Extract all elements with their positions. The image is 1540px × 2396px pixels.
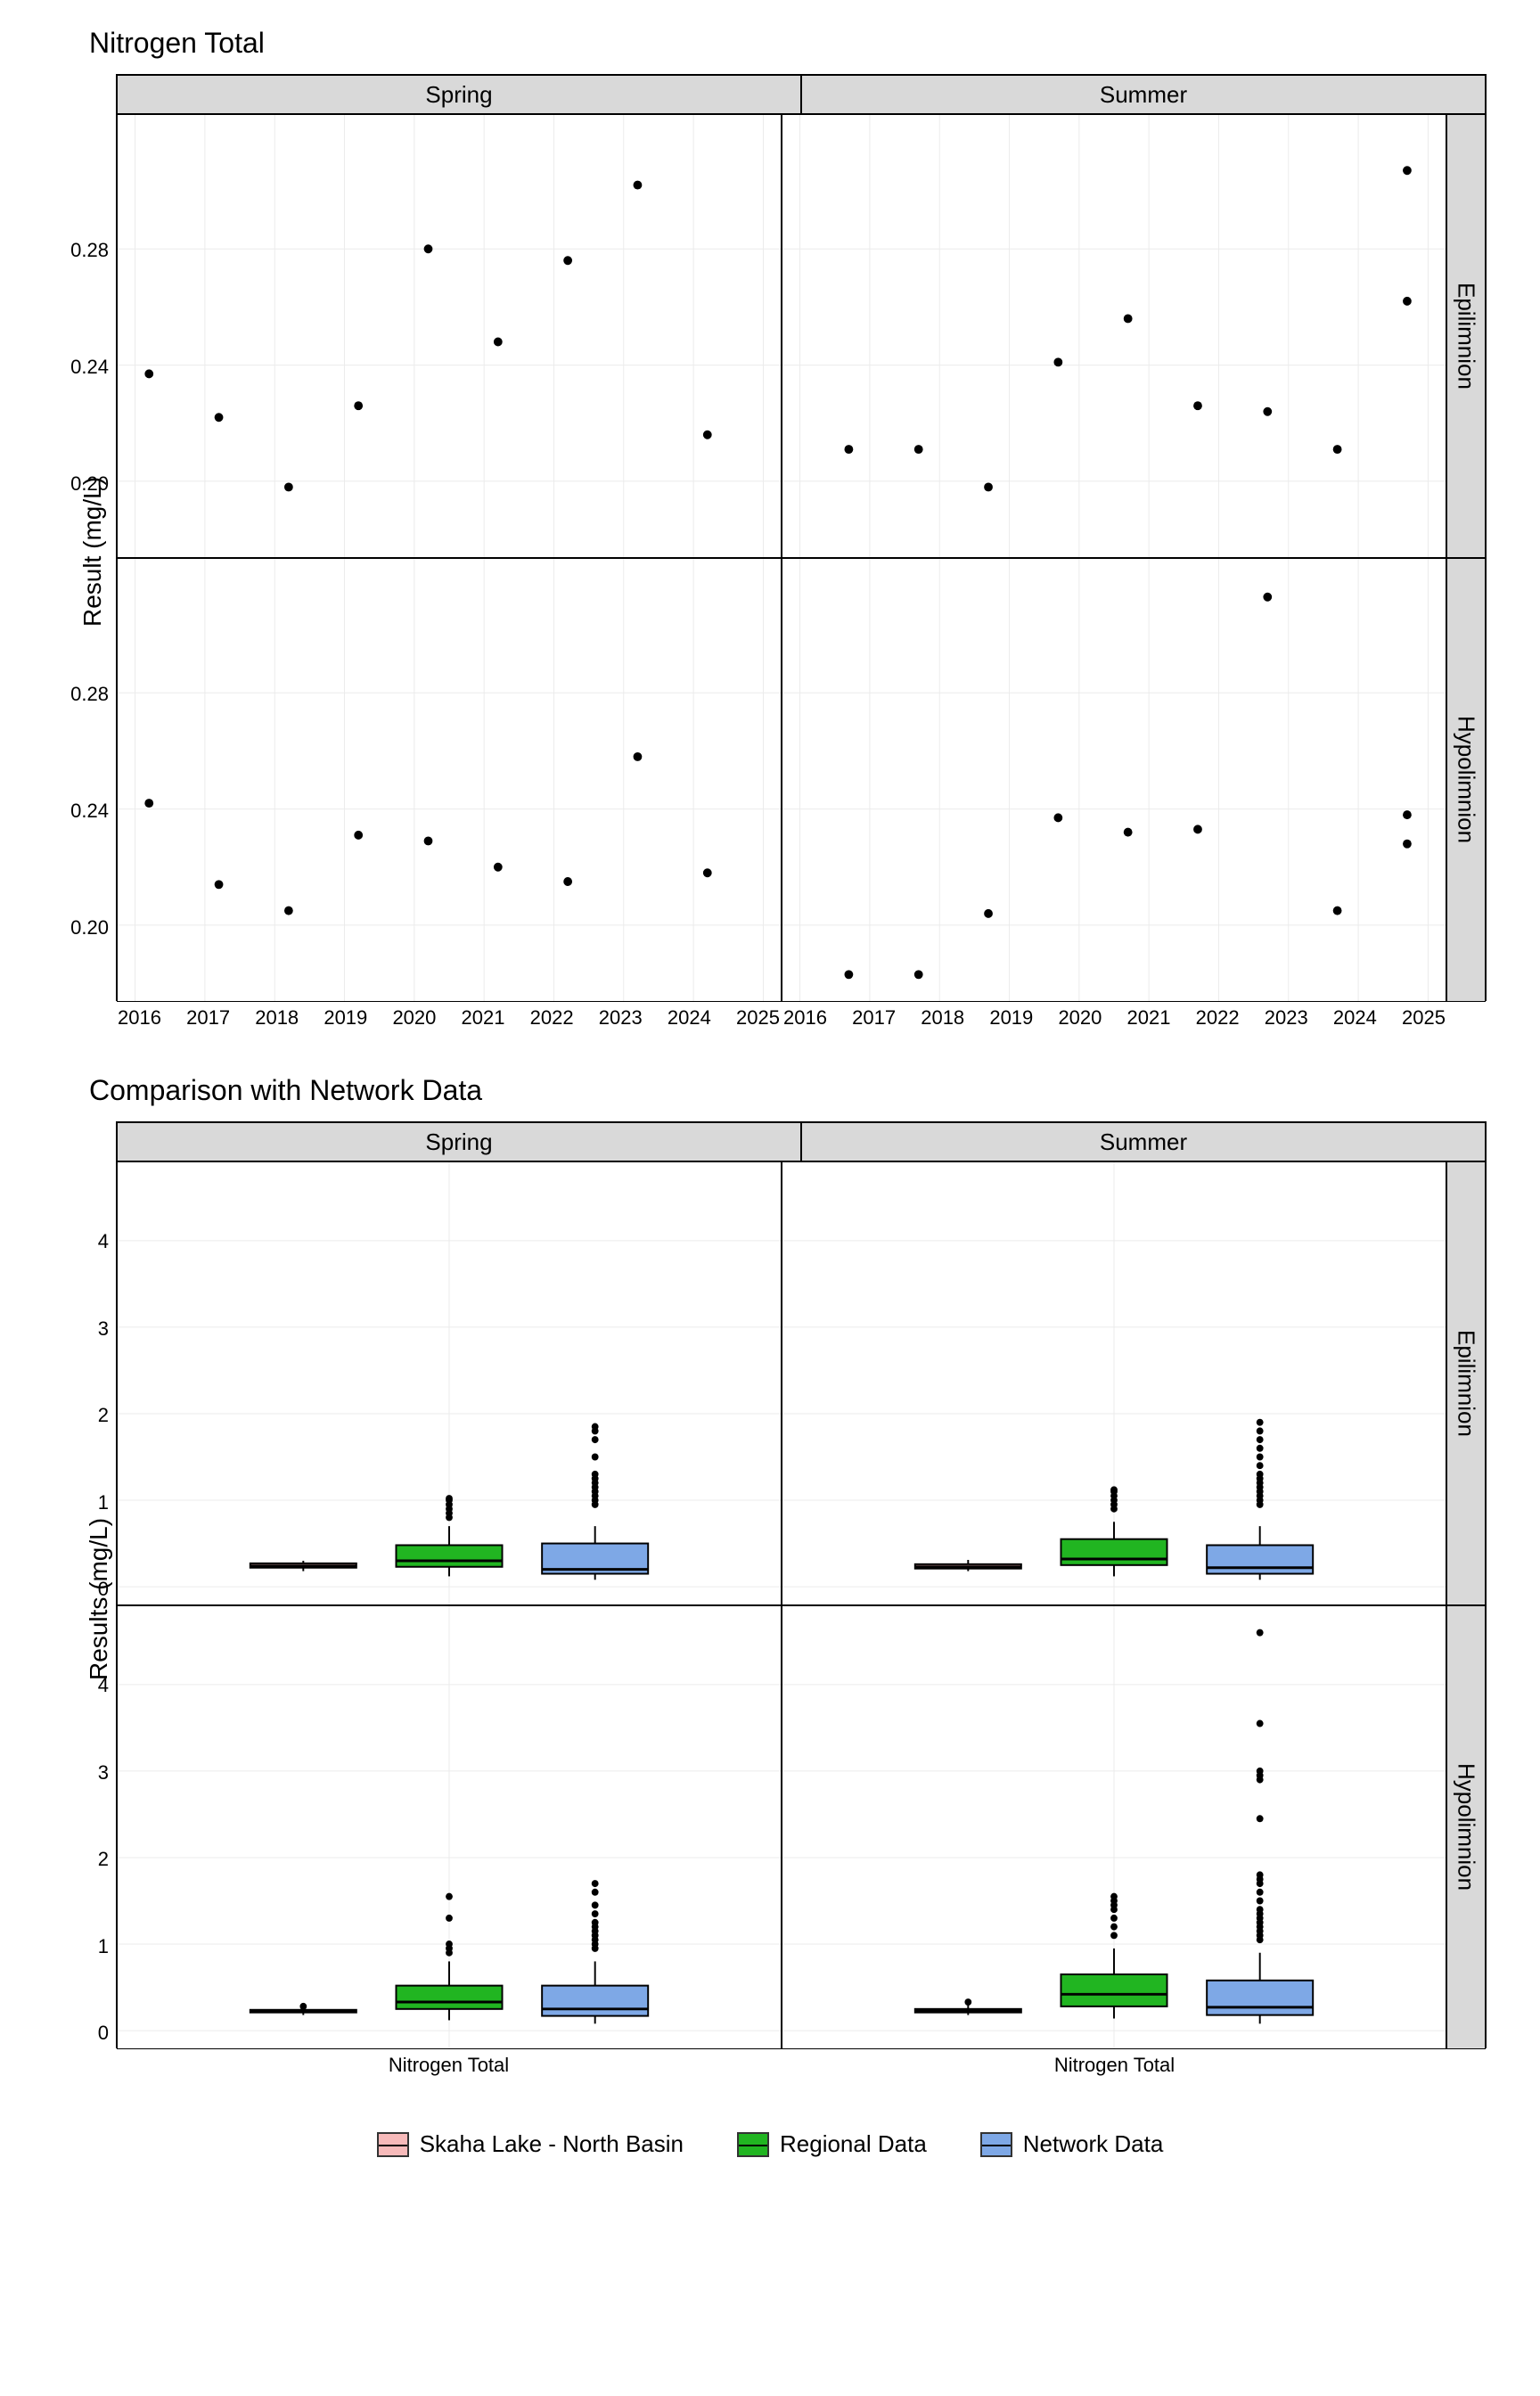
strip-hypolimnion2: Hypolimnion bbox=[1446, 1605, 1486, 2049]
strip-epilimnion2: Epilimnion bbox=[1446, 1161, 1486, 1605]
scatter-x-ticks-right: 2016201720182019202020212022202320242025 bbox=[782, 1001, 1447, 1030]
scatter-title: Nitrogen Total bbox=[89, 27, 1487, 60]
legend-item: Regional Data bbox=[737, 2130, 927, 2158]
strip-summer: Summer bbox=[801, 75, 1486, 114]
panel-box-spring-epi: 01234 bbox=[117, 1161, 782, 1605]
box-x-label-left: Nitrogen Total bbox=[116, 2048, 782, 2077]
strip-spring: Spring bbox=[117, 75, 801, 114]
box-x-label-right: Nitrogen Total bbox=[782, 2048, 1447, 2077]
box-facet-grid: Spring Summer 01234 Epilimnion 01234 bbox=[116, 1121, 1487, 2048]
legend-item: Skaha Lake - North Basin bbox=[377, 2130, 684, 2158]
scatter-facet-grid: Spring Summer 0.280.240.20 Epilimnion bbox=[116, 74, 1487, 1001]
panel-box-summer-epi bbox=[782, 1161, 1446, 1605]
panel-box-summer-hypo bbox=[782, 1605, 1446, 2049]
strip-hypolimnion: Hypolimnion bbox=[1446, 558, 1486, 1002]
strip-summer2: Summer bbox=[801, 1122, 1486, 1161]
legend-item: Network Data bbox=[980, 2130, 1164, 2158]
panel-box-spring-hypo: 01234 bbox=[117, 1605, 782, 2049]
scatter-section: Nitrogen Total Result (mg/L) Spring Summ… bbox=[53, 27, 1487, 1030]
legend-label: Regional Data bbox=[780, 2130, 927, 2158]
legend-key-icon bbox=[737, 2132, 769, 2157]
panel-spring-epi: 0.280.240.20 bbox=[117, 114, 782, 558]
panel-summer-hypo bbox=[782, 558, 1446, 1002]
strip-epilimnion: Epilimnion bbox=[1446, 114, 1486, 558]
legend-key-icon bbox=[377, 2132, 409, 2157]
strip-spring2: Spring bbox=[117, 1122, 801, 1161]
panel-spring-hypo: 0.280.240.20 bbox=[117, 558, 782, 1002]
panel-summer-epi bbox=[782, 114, 1446, 558]
legend-label: Network Data bbox=[1023, 2130, 1164, 2158]
legend: Skaha Lake - North Basin Regional Data N… bbox=[53, 2130, 1487, 2158]
box-section: Comparison with Network Data Results (mg… bbox=[53, 1074, 1487, 2077]
legend-key-icon bbox=[980, 2132, 1012, 2157]
legend-label: Skaha Lake - North Basin bbox=[420, 2130, 684, 2158]
scatter-x-ticks-left: 2016201720182019202020212022202320242025 bbox=[116, 1001, 782, 1030]
box-title: Comparison with Network Data bbox=[89, 1074, 1487, 1107]
